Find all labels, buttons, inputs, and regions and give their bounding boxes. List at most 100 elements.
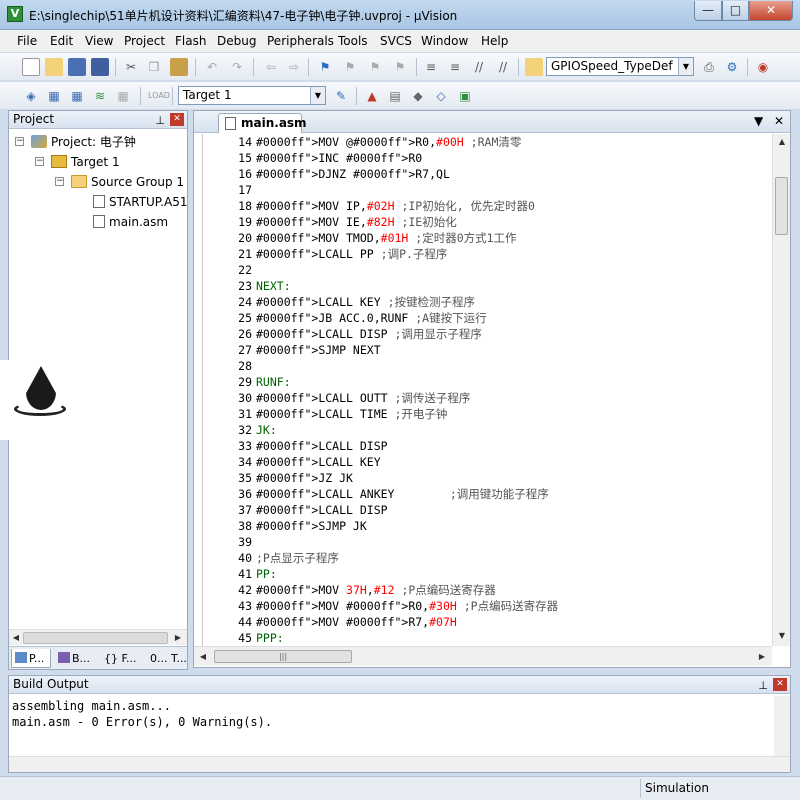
editor-hscroll[interactable]: ◀ ||| ▶ [194,646,772,666]
prev-bookmark-icon[interactable]: ⚑ [341,58,359,76]
menu-flash[interactable]: Flash [175,34,206,48]
code-line: 39 [206,534,256,550]
rebuild-icon[interactable]: ▦ [68,87,86,105]
undo-icon[interactable]: ↶ [203,58,221,76]
tab-templates[interactable]: 0... T... [147,649,187,668]
code-line: 21 #0000ff">LCALL PP ;调P.子程序 [206,246,447,262]
close-button[interactable]: ✕ [749,1,793,21]
save-icon[interactable] [68,58,86,76]
tab-main-asm[interactable]: main.asm [218,113,307,133]
editor-vscroll[interactable]: ▲ ▼ [772,134,790,646]
find-in-files-icon[interactable] [525,58,543,76]
tree-label: STARTUP.A51 [109,195,188,209]
paste-icon[interactable] [170,58,188,76]
pack-installer-icon[interactable]: ◇ [432,87,450,105]
code-line: 27 #0000ff">SJMP NEXT [206,342,381,358]
build-toolbar: ◈ ▦ ▦ ≋ ▦ LOAD Target 1 ▼ ✎ ▲ ▤ ◆ ◇ ▣ [0,82,800,110]
code-line: 29 RUNF: [206,374,290,390]
menu-debug[interactable]: Debug [217,34,256,48]
maximize-button[interactable]: □ [722,1,749,21]
new-file-icon[interactable] [22,58,40,76]
scroll-thumb[interactable] [23,632,168,644]
menu-help[interactable]: Help [481,34,508,48]
scroll-thumb[interactable] [775,177,788,235]
indent-icon[interactable]: ≡ [422,58,440,76]
scroll-left-icon[interactable]: ◀ [197,651,209,663]
scroll-down-icon[interactable]: ▼ [776,630,788,642]
code-editor[interactable]: 14 #0000ff">MOV @#0000ff">R0,#00H ;RAM清零 1… [194,134,772,646]
menu-file[interactable]: File [17,34,37,48]
build-vscroll[interactable] [774,696,790,756]
tab-functions[interactable]: {} F... [101,649,145,668]
close-tab-icon[interactable]: ✕ [774,114,784,128]
tree-item-file[interactable]: STARTUP.A51 [93,193,187,211]
line-number: 41 [238,567,252,581]
code-text: #0000ff">DJNZ #0000ff">R7,QL [256,167,450,181]
pin-icon[interactable]: ⊥ [155,112,165,129]
scroll-thumb[interactable]: ||| [214,650,352,663]
target-options-icon[interactable]: ✎ [332,87,350,105]
chevron-down-icon[interactable]: ▼ [310,87,325,104]
stop-build-icon[interactable]: ▦ [114,87,132,105]
scroll-left-icon[interactable]: ◀ [10,632,22,644]
rte-icon[interactable]: ▣ [456,87,474,105]
tree-item-project[interactable]: − Project: 电子钟 [15,133,136,151]
build-icon[interactable]: ▦ [45,87,63,105]
scroll-right-icon[interactable]: ▶ [172,632,184,644]
nav-back-icon[interactable]: ⇦ [262,58,280,76]
target-combo[interactable]: Target 1 ▼ [178,86,326,105]
menu-project[interactable]: Project [124,34,165,48]
cut-icon[interactable]: ✂ [122,58,140,76]
tab-project[interactable]: P... [11,649,51,668]
menu-edit[interactable]: Edit [50,34,73,48]
redo-icon[interactable]: ↷ [228,58,246,76]
build-hscroll[interactable] [9,756,790,772]
copy-icon[interactable]: ❐ [145,58,163,76]
menu-peripherals[interactable]: Peripherals [267,34,334,48]
tree-label: main.asm [109,215,169,229]
collapse-icon[interactable]: − [15,137,24,146]
batch-build-icon[interactable]: ≋ [91,87,109,105]
pin-icon[interactable]: ⊥ [758,677,768,694]
close-icon[interactable]: ✕ [170,113,184,126]
next-bookmark-icon[interactable]: ⚑ [366,58,384,76]
save-all-icon[interactable] [91,58,109,76]
menu-tools[interactable]: Tools [338,34,368,48]
build-output-panel: Build Output ⊥ ✕ assembling main.asm... … [8,675,791,773]
unindent-icon[interactable]: ≡ [446,58,464,76]
menu-view[interactable]: View [85,34,113,48]
debug-session-icon[interactable]: ⚙ [723,58,741,76]
clear-bookmarks-icon[interactable]: ⚑ [391,58,409,76]
scroll-right-icon[interactable]: ▶ [756,651,768,663]
minimize-button[interactable]: — [694,1,722,21]
tab-books[interactable]: B... [55,649,97,668]
menu-window[interactable]: Window [421,34,468,48]
translate-icon[interactable]: ◈ [22,87,40,105]
tree-item-file[interactable]: main.asm [93,213,168,231]
collapse-icon[interactable]: − [35,157,44,166]
tree-item-target[interactable]: − Target 1 [35,153,120,171]
code-text: #0000ff">LCALL DISP [256,503,388,517]
open-folder-icon[interactable] [45,58,63,76]
project-hscroll[interactable]: ◀ ▶ [9,629,187,645]
manage-components-icon[interactable]: ▤ [386,87,404,105]
chevron-down-icon[interactable]: ▼ [678,58,693,75]
line-number: 45 [238,631,252,645]
find-combo[interactable]: GPIOSpeed_TypeDef ▼ [546,57,694,76]
bookmark-icon[interactable]: ⚑ [316,58,334,76]
scroll-up-icon[interactable]: ▲ [776,136,788,148]
close-icon[interactable]: ✕ [773,678,787,691]
manage-project-icon[interactable]: ▲ [363,87,381,105]
tree-item-group[interactable]: − Source Group 1 [55,173,184,191]
select-device-icon[interactable]: ◆ [409,87,427,105]
tab-list-icon[interactable]: ▼ [754,114,763,128]
menu-svcs[interactable]: SVCS [380,34,412,48]
code-line: 36 #0000ff">LCALL ANKEY ;调用键功能子程序 [206,486,549,502]
find-icon[interactable]: ⎙ [700,58,718,76]
zoom-icon[interactable]: ◉ [754,58,772,76]
collapse-icon[interactable]: − [55,177,64,186]
comment-icon[interactable]: // [470,58,488,76]
nav-forward-icon[interactable]: ⇨ [285,58,303,76]
uncomment-icon[interactable]: // [494,58,512,76]
download-icon[interactable]: LOAD [148,87,170,105]
